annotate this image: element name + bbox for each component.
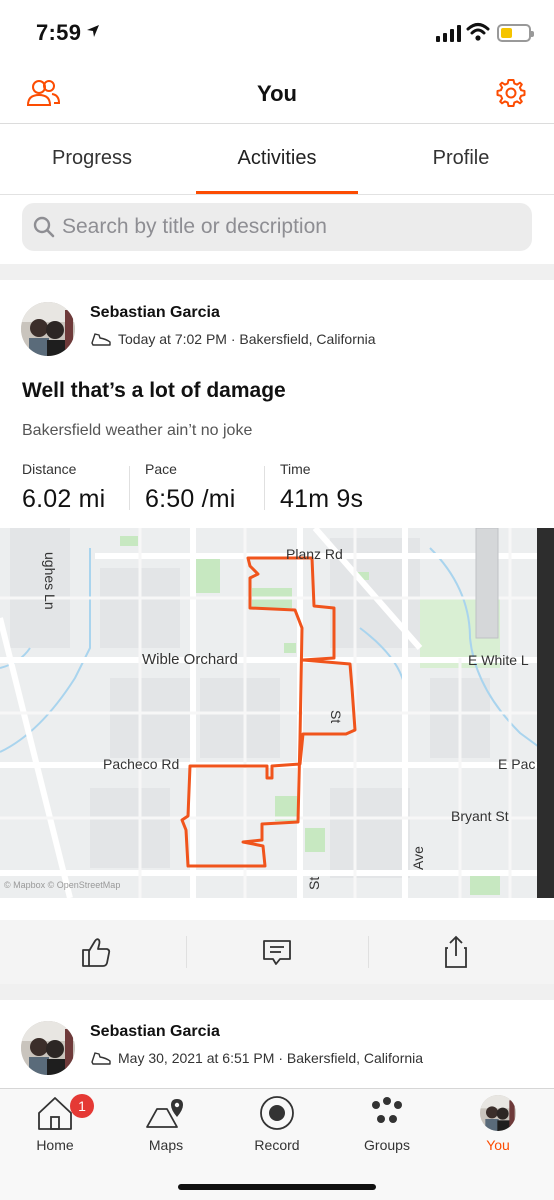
tab-you[interactable]: You	[443, 1089, 553, 1159]
activity-description: Bakersfield weather ain’t no joke	[22, 422, 253, 439]
map-label: St	[328, 710, 344, 724]
activity-meta-text: Today at 7:02 PM · Bakersfield, Californ…	[118, 331, 376, 347]
activity-meta-text: May 30, 2021 at 6:51 PM · Bakersfield, C…	[118, 1050, 424, 1066]
tab-home[interactable]: 1 Home	[0, 1089, 110, 1159]
activity-actions	[0, 920, 554, 984]
kudos-button[interactable]	[78, 934, 114, 970]
comment-button[interactable]	[259, 934, 295, 970]
record-icon	[260, 1096, 294, 1130]
search-input[interactable]	[62, 203, 522, 251]
stat-divider	[264, 466, 265, 510]
map-label: E Pac	[498, 756, 536, 772]
map-label: E White L	[468, 652, 529, 668]
tab-label: Groups	[364, 1137, 410, 1153]
stat-value: 41m 9s	[280, 485, 364, 513]
map-attribution[interactable]: © Mapbox © OpenStreetMap	[4, 880, 120, 890]
stat-label: Pace	[145, 461, 177, 477]
page-title: You	[257, 81, 297, 106]
signal-icon	[436, 24, 461, 42]
status-time: 7:59	[36, 20, 82, 45]
home-icon	[38, 1097, 72, 1130]
avatar[interactable]	[21, 302, 75, 356]
shoe-icon	[91, 333, 111, 346]
map-label: St	[306, 876, 322, 890]
gear-icon[interactable]	[496, 78, 526, 108]
section-divider	[0, 264, 554, 280]
map-label: ughes Ln	[42, 552, 58, 610]
tab-profile[interactable]: Profile	[369, 147, 553, 170]
stat-pace: Pace 6:50 /mi	[145, 461, 236, 514]
battery-icon	[497, 24, 534, 42]
stat-divider	[129, 466, 130, 510]
activity-meta: Today at 7:02 PM · Bakersfield, Californ…	[90, 331, 376, 347]
map-canvas	[0, 528, 554, 898]
map-label: Pacheco Rd	[103, 756, 180, 772]
search-bar	[22, 203, 532, 251]
share-button[interactable]	[438, 934, 474, 970]
stat-distance: Distance 6.02 mi	[22, 461, 105, 514]
action-divider	[368, 936, 369, 968]
tab-label: You	[486, 1137, 510, 1153]
tab-label: Home	[36, 1137, 74, 1153]
map-label: Ave	[410, 846, 426, 870]
action-divider	[186, 936, 187, 968]
stat-label: Time	[280, 461, 311, 477]
tab-bar-top: Progress Activities Profile	[0, 125, 554, 195]
tab-activities[interactable]: Activities	[185, 147, 369, 170]
groups-icon	[372, 1097, 402, 1123]
tab-progress[interactable]: Progress	[0, 147, 184, 170]
notification-badge: 1	[70, 1094, 94, 1118]
route-map[interactable]: Planz Rd Wible Orchard E White L Pacheco…	[0, 528, 554, 898]
wifi-icon	[466, 23, 490, 41]
avatar[interactable]	[21, 1021, 75, 1075]
stat-value: 6.02 mi	[22, 485, 106, 513]
athlete-name[interactable]: Sebastian Garcia	[90, 304, 220, 322]
tab-groups[interactable]: Groups	[332, 1089, 442, 1159]
map-label: Bryant St	[451, 808, 509, 824]
stat-value: 6:50 /mi	[145, 485, 236, 513]
map-label: Planz Rd	[286, 546, 343, 562]
tab-record[interactable]: Record	[222, 1089, 332, 1159]
tab-label: Maps	[148, 1137, 184, 1153]
avatar	[480, 1095, 516, 1131]
section-divider	[0, 984, 554, 1000]
tab-maps[interactable]: Maps	[111, 1089, 221, 1159]
stat-time: Time 41m 9s	[280, 461, 363, 514]
location-arrow-icon	[87, 25, 99, 37]
tab-label: Record	[254, 1137, 300, 1153]
stat-label: Distance	[22, 461, 77, 477]
tab-selected-indicator	[196, 191, 358, 194]
search-icon	[33, 216, 55, 238]
home-indicator	[178, 1184, 376, 1190]
activity-title[interactable]: Well that’s a lot of damage	[22, 379, 286, 403]
app-header: You	[0, 62, 554, 124]
map-label: Wible Orchard	[142, 651, 238, 668]
athlete-name[interactable]: Sebastian Garcia	[90, 1023, 220, 1041]
status-bar: 7:59	[0, 0, 554, 62]
activity-meta: May 30, 2021 at 6:51 PM · Bakersfield, C…	[90, 1050, 423, 1066]
map-icon	[146, 1099, 183, 1128]
shoe-icon	[91, 1052, 111, 1065]
